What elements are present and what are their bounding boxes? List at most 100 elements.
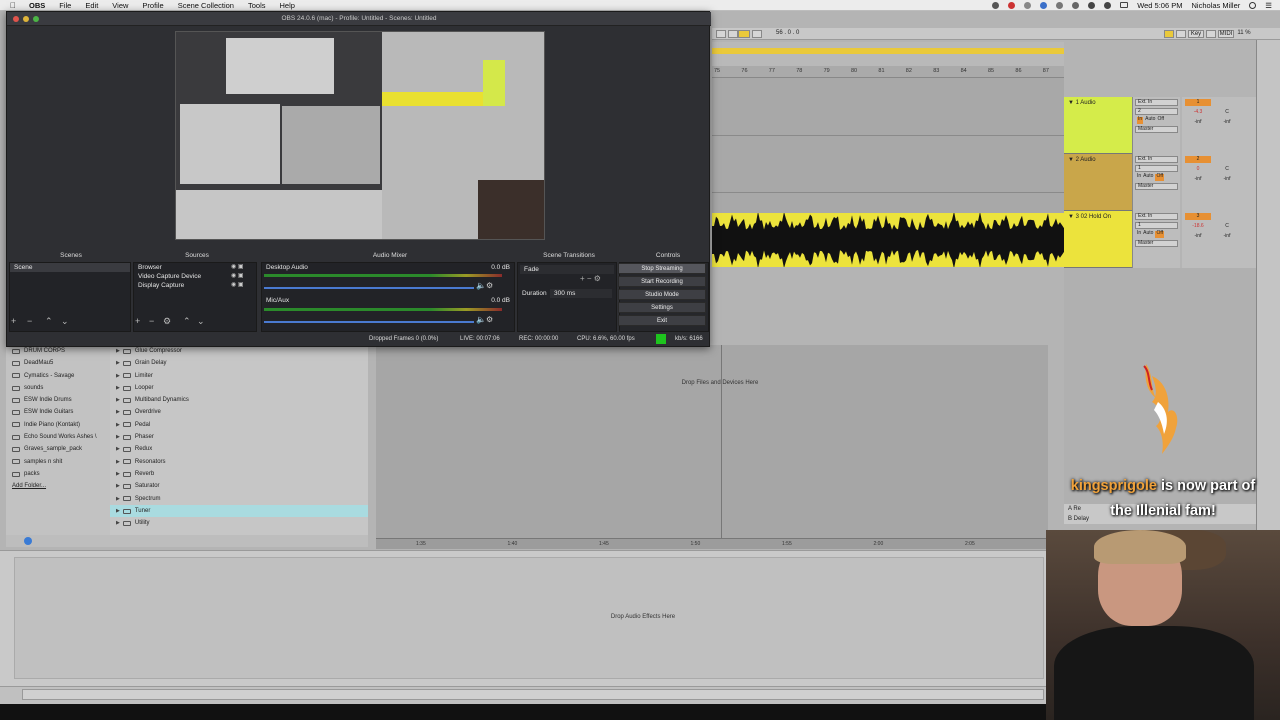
expand-arrow-icon[interactable]: ▶ xyxy=(116,394,120,406)
cloud-icon[interactable] xyxy=(1024,1,1032,9)
draw-mode-icon[interactable] xyxy=(1164,30,1174,38)
minimize-icon[interactable] xyxy=(23,16,29,22)
browser-device-item[interactable]: ▶ Saturator xyxy=(110,480,368,492)
move-down-icon[interactable]: ⌄ xyxy=(61,316,69,327)
browser-device-item[interactable]: ▶ Resonators xyxy=(110,456,368,468)
expand-arrow-icon[interactable]: ▶ xyxy=(116,419,120,431)
browser-device-item[interactable]: ▶ Tuner xyxy=(110,504,368,518)
track-name[interactable]: 3 02 Hold On xyxy=(1076,214,1111,220)
monitor-off-button[interactable]: Off xyxy=(1155,174,1165,181)
input-channel-select[interactable]: 1 xyxy=(1135,165,1178,172)
duration-input[interactable]: 300 ms xyxy=(550,289,612,298)
transition-add-icon[interactable]: + − ⚙ xyxy=(580,274,601,283)
browser-device-item[interactable]: ▶ Reverb xyxy=(110,468,368,480)
scene-item[interactable]: Scene xyxy=(10,263,130,272)
monitor-in-button[interactable]: In xyxy=(1137,117,1144,124)
send-a[interactable]: -inf xyxy=(1185,119,1211,126)
menu-profile[interactable]: Profile xyxy=(135,1,170,10)
input-type-select[interactable]: Ext. In xyxy=(1135,99,1178,106)
obs-control-exit-button[interactable]: Exit xyxy=(618,315,706,326)
add-scene-icon[interactable]: + xyxy=(11,316,16,326)
browser-place-item[interactable]: samples n shit xyxy=(6,456,108,468)
track-pan[interactable]: C xyxy=(1214,166,1240,173)
menubar-clock[interactable]: Wed 5:06 PM xyxy=(1137,1,1182,10)
track-header-3[interactable]: ▼ 3 02 Hold On xyxy=(1064,211,1132,268)
browser-place-item[interactable]: packs xyxy=(6,468,108,480)
move-up-icon[interactable]: ⌃ xyxy=(45,316,53,327)
browser-device-item[interactable]: ▶ Phaser xyxy=(110,431,368,443)
remove-scene-icon[interactable]: − xyxy=(27,316,32,326)
source-visibility-icons[interactable]: ◉ ▣ ◉ ▣ ◉ ▣ xyxy=(231,263,244,290)
track-name[interactable]: 1 Audio xyxy=(1076,100,1096,106)
obs-control-start-recording-button[interactable]: Start Recording xyxy=(618,276,706,287)
desktop-mute-icon[interactable]: 🔈⚙ xyxy=(476,281,493,290)
menu-tools[interactable]: Tools xyxy=(241,1,273,10)
browser-device-item[interactable]: ▶ Overdrive xyxy=(110,406,368,418)
desktop-audio-fader[interactable] xyxy=(264,287,474,289)
browser-device-item[interactable]: ▶ Grain Delay xyxy=(110,357,368,369)
browser-place-item[interactable]: Add Folder... xyxy=(6,480,108,492)
browser-place-item[interactable]: Cymatics - Savage xyxy=(6,370,108,382)
obs-tray-icon[interactable] xyxy=(1008,1,1016,9)
browser-device-item[interactable]: ▶ Limiter xyxy=(110,370,368,382)
control-center-icon[interactable]: ☰ xyxy=(1265,1,1272,10)
menu-view[interactable]: View xyxy=(105,1,135,10)
add-source-icon[interactable]: + xyxy=(135,316,140,326)
browser-device-item[interactable]: ▶ Redux xyxy=(110,443,368,455)
apple-icon[interactable]:  xyxy=(0,1,22,10)
browser-place-item[interactable]: sounds xyxy=(6,382,108,394)
expand-arrow-icon[interactable]: ▶ xyxy=(116,456,120,468)
send-b[interactable]: -inf xyxy=(1214,233,1240,240)
right-scroll-panel[interactable] xyxy=(1256,40,1280,538)
browser-place-item[interactable]: Indie Piano (Kontakt) xyxy=(6,419,108,431)
record-status-icon[interactable] xyxy=(992,1,1000,9)
mic-audio-fader[interactable] xyxy=(264,321,474,323)
browser-place-item[interactable]: ESW Indie Drums xyxy=(6,394,108,406)
obs-control-settings-button[interactable]: Settings xyxy=(618,302,706,313)
source-up-icon[interactable]: ⌃ xyxy=(183,316,191,327)
browser-device-item[interactable]: ▶ Utility xyxy=(110,517,368,529)
menu-app-name[interactable]: OBS xyxy=(22,1,52,10)
device-chain-area[interactable] xyxy=(14,557,1044,679)
input-channel-select[interactable]: 2 xyxy=(1135,108,1178,115)
output-select[interactable]: Master xyxy=(1135,126,1178,133)
obs-control-stop-streaming-button[interactable]: Stop Streaming xyxy=(618,263,706,274)
close-icon[interactable] xyxy=(13,16,19,22)
menubar-user[interactable]: Nicholas Miller xyxy=(1192,1,1241,10)
overview-timeline[interactable] xyxy=(712,42,1064,66)
browser-device-item[interactable]: ▶ Spectrum xyxy=(110,493,368,505)
midi-map-button[interactable]: MIDI xyxy=(1218,30,1234,38)
source-properties-icon[interactable]: ⚙ xyxy=(163,316,171,327)
track-fold-icon[interactable]: ▼ xyxy=(1068,100,1074,106)
menu-edit[interactable]: Edit xyxy=(78,1,105,10)
send-a[interactable]: -inf xyxy=(1185,176,1211,183)
audio-clip-hold-on[interactable] xyxy=(712,213,1064,267)
expand-arrow-icon[interactable]: ▶ xyxy=(116,370,120,382)
punch-icon[interactable] xyxy=(752,30,762,38)
expand-arrow-icon[interactable]: ▶ xyxy=(116,480,120,492)
song-position[interactable]: 56 . 0 . 0 xyxy=(776,30,824,38)
menu-help[interactable]: Help xyxy=(273,1,302,10)
expand-arrow-icon[interactable]: ▶ xyxy=(116,382,120,394)
output-select[interactable]: Master xyxy=(1135,183,1178,190)
track-pan[interactable]: C xyxy=(1214,109,1240,116)
monitor-auto-button[interactable]: Auto xyxy=(1143,174,1153,181)
browser-device-item[interactable]: ▶ Multiband Dynamics xyxy=(110,394,368,406)
track-activator[interactable]: 3 xyxy=(1185,213,1211,220)
time-ruler[interactable]: 1:35 1:40 1:45 1:50 1:55 2:00 2:05 xyxy=(376,538,1048,549)
track-fold-icon[interactable]: ▼ xyxy=(1068,157,1074,163)
track-fold-icon[interactable]: ▼ xyxy=(1068,214,1074,220)
expand-arrow-icon[interactable]: ▶ xyxy=(116,443,120,455)
computer-keyboard-icon[interactable] xyxy=(1176,30,1186,38)
source-down-icon[interactable]: ⌄ xyxy=(197,316,205,327)
empty-arrangement-area[interactable] xyxy=(376,345,1048,538)
track-activator[interactable]: 1 xyxy=(1185,99,1211,106)
obs-preview-canvas[interactable] xyxy=(175,31,545,240)
automation-arm-icon[interactable] xyxy=(728,30,738,38)
back-to-arrangement-icon[interactable] xyxy=(716,30,726,38)
expand-arrow-icon[interactable]: ▶ xyxy=(116,517,120,529)
menu-file[interactable]: File xyxy=(52,1,78,10)
menu-scene-collection[interactable]: Scene Collection xyxy=(171,1,241,10)
preview-icon[interactable] xyxy=(24,537,32,545)
midi-icon[interactable] xyxy=(1206,30,1216,38)
